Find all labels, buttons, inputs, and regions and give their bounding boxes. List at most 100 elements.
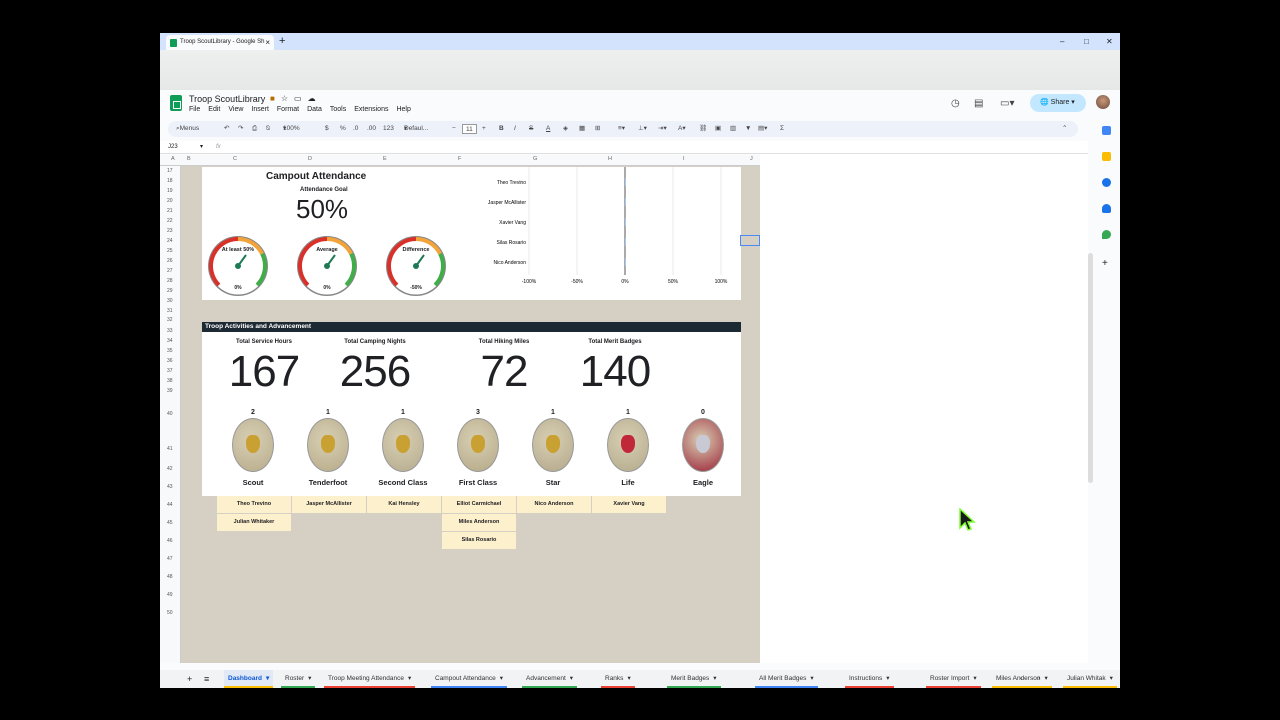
row-header[interactable]: 25: [167, 248, 173, 254]
menu-view[interactable]: View: [228, 106, 243, 113]
rank-member[interactable]: Miles Anderson: [442, 514, 516, 531]
row-header[interactable]: 41: [167, 446, 173, 452]
borders-icon[interactable]: ▦: [579, 121, 585, 137]
scroll-tabs-left-icon[interactable]: ‹: [1020, 670, 1022, 688]
rank-member[interactable]: Kai Hensley: [367, 496, 441, 513]
font-size-plus[interactable]: +: [482, 121, 486, 137]
maps-icon[interactable]: [1102, 230, 1111, 239]
column-header[interactable]: J: [750, 156, 753, 162]
row-header[interactable]: 39: [167, 388, 173, 394]
document-title[interactable]: Troop ScoutLibrary: [189, 94, 265, 104]
fill-color-icon[interactable]: ◈: [563, 121, 568, 137]
cloud-icon[interactable]: ☁: [308, 94, 322, 103]
column-header[interactable]: B: [187, 156, 191, 162]
column-header[interactable]: D: [308, 156, 312, 162]
browser-tab[interactable]: Troop ScoutLibrary - Google Sh ×: [166, 35, 274, 50]
menu-extensions[interactable]: Extensions: [354, 106, 388, 113]
menu-help[interactable]: Help: [396, 106, 410, 113]
row-header[interactable]: 44: [167, 502, 173, 508]
row-header[interactable]: 18: [167, 178, 173, 184]
font-select[interactable]: Defaul... ▾: [404, 121, 428, 137]
row-header[interactable]: 22: [167, 218, 173, 224]
row-header[interactable]: 38: [167, 378, 173, 384]
row-header[interactable]: 49: [167, 592, 173, 598]
row-header[interactable]: 42: [167, 466, 173, 472]
menu-insert[interactable]: Insert: [251, 106, 269, 113]
row-header[interactable]: 50: [167, 610, 173, 616]
paint-format-icon[interactable]: ⍉: [266, 121, 270, 137]
sheet-tab-menu-icon[interactable]: ▾: [500, 675, 503, 682]
row-header[interactable]: 37: [167, 368, 173, 374]
rank-member[interactable]: Silas Rosario: [442, 532, 516, 549]
history-icon[interactable]: ◷: [951, 98, 960, 109]
font-size-input[interactable]: 11: [462, 124, 477, 134]
move-icon[interactable]: ▭: [294, 94, 308, 103]
sheet-tab-all-merit-badges[interactable]: All Merit Badges ▾: [755, 670, 818, 688]
menu-edit[interactable]: Edit: [208, 106, 220, 113]
menu-tools[interactable]: Tools: [330, 106, 346, 113]
minimize-button[interactable]: –: [1060, 33, 1064, 50]
row-header[interactable]: 34: [167, 338, 173, 344]
sheet-tab-campout-attendance[interactable]: Campout Attendance ▾: [431, 670, 507, 688]
sheet-tab-menu-icon[interactable]: ▾: [308, 675, 311, 682]
calendar-icon[interactable]: [1102, 126, 1111, 135]
insert-comment-icon[interactable]: ▣: [715, 121, 721, 137]
rank-member[interactable]: Julian Whitaker: [217, 514, 291, 531]
redo-icon[interactable]: ↷: [238, 121, 243, 137]
share-button[interactable]: 🌐 Share ▾: [1030, 94, 1086, 112]
rank-member[interactable]: Theo Trevino: [217, 496, 291, 513]
row-header[interactable]: 47: [167, 556, 173, 562]
sheet-tab-menu-icon[interactable]: ▾: [627, 675, 630, 682]
sheet-tab-advancement[interactable]: Advancement ▾: [522, 670, 578, 688]
merge-icon[interactable]: ⊞: [595, 121, 600, 137]
valign-icon[interactable]: ⊥▾: [638, 121, 647, 137]
row-header[interactable]: 43: [167, 484, 173, 490]
maximize-button[interactable]: □: [1084, 33, 1089, 50]
sheet-tab-menu-icon[interactable]: ▾: [713, 675, 716, 682]
rank-member[interactable]: Jasper McAllister: [292, 496, 366, 513]
insert-chart-icon[interactable]: ▥: [730, 121, 736, 137]
rank-member[interactable]: Nico Anderson: [517, 496, 591, 513]
column-header[interactable]: E: [383, 156, 387, 162]
bold-button[interactable]: B: [499, 121, 504, 137]
row-header[interactable]: 48: [167, 574, 173, 580]
keep-icon[interactable]: [1102, 152, 1111, 161]
row-header[interactable]: 46: [167, 538, 173, 544]
row-header[interactable]: 31: [167, 308, 173, 314]
sheet-tab-menu-icon[interactable]: ▾: [810, 675, 813, 682]
row-header[interactable]: 35: [167, 348, 173, 354]
undo-icon[interactable]: ↶: [224, 121, 229, 137]
row-header[interactable]: 17: [167, 168, 173, 174]
name-box-dropdown-icon[interactable]: ▾: [200, 141, 203, 154]
sheet-tab-roster-import[interactable]: Roster Import ▾: [926, 670, 981, 688]
star-icon[interactable]: ☆: [281, 94, 294, 103]
menu-data[interactable]: Data: [307, 106, 322, 113]
avatar[interactable]: [1096, 95, 1110, 109]
sheet-tab-menu-icon[interactable]: ▾: [570, 675, 573, 682]
strikethrough-button[interactable]: S: [529, 121, 533, 137]
sheet-tab-instructions[interactable]: Instructions ▾: [845, 670, 894, 688]
align-icon[interactable]: ≡▾: [618, 121, 625, 137]
print-icon[interactable]: ⎙: [252, 121, 257, 137]
meet-icon[interactable]: ▭▾: [1000, 98, 1014, 109]
add-sheet-icon[interactable]: +: [187, 670, 192, 688]
text-color-button[interactable]: A: [546, 121, 550, 137]
rank-member[interactable]: Elliot Carmichael: [442, 496, 516, 513]
collapse-toolbar-icon[interactable]: ⌃: [1062, 121, 1067, 137]
sheet-tab-menu-icon[interactable]: ▾: [1110, 675, 1113, 682]
zoom-select[interactable]: 100% ▾: [283, 121, 300, 137]
all-sheets-icon[interactable]: ≡: [204, 670, 209, 688]
filter-icon[interactable]: ▼: [745, 121, 751, 137]
sheet-tab-julian-whitak[interactable]: Julian Whitak ▾: [1063, 670, 1117, 688]
row-header[interactable]: 30: [167, 298, 173, 304]
sheet-tab-merit-badges[interactable]: Merit Badges ▾: [667, 670, 721, 688]
column-header[interactable]: A: [171, 156, 175, 162]
sheet-tab-menu-icon[interactable]: ▾: [266, 675, 269, 682]
sheets-logo-icon[interactable]: [170, 95, 182, 111]
menu-format[interactable]: Format: [277, 106, 299, 113]
row-header[interactable]: 23: [167, 228, 173, 234]
row-header[interactable]: 21: [167, 208, 173, 214]
functions-icon[interactable]: Σ: [780, 121, 784, 137]
empty-grid-area[interactable]: [760, 154, 1088, 663]
row-header[interactable]: 19: [167, 188, 173, 194]
